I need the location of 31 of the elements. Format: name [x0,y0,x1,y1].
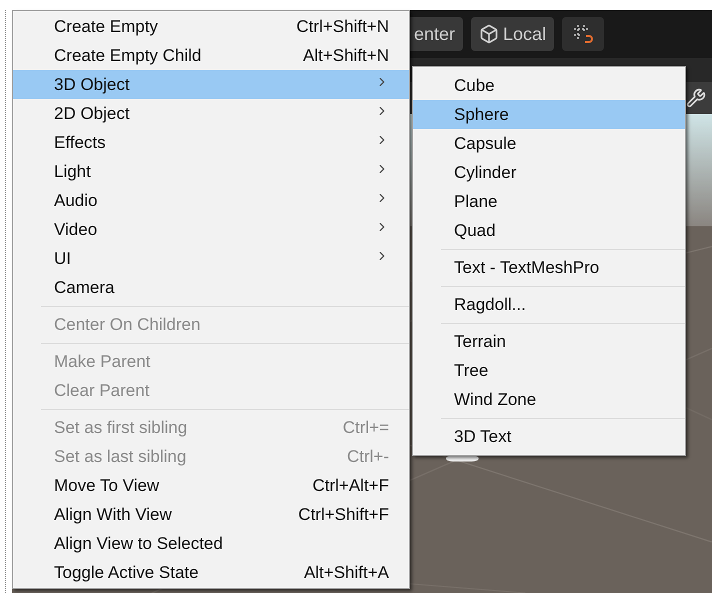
menu-item[interactable]: Create Empty Ctrl+Shift+N [13,12,409,41]
grid-snap-icon [572,23,594,45]
menu-item[interactable]: 3D Object [13,70,409,99]
menu-item[interactable]: 3D Text [413,422,685,451]
menu-item[interactable]: Audio [13,186,409,215]
menu-item[interactable]: Cylinder [413,158,685,187]
menu-item[interactable]: UI [13,244,409,273]
menu-item[interactable]: Align With View Ctrl+Shift+F [13,500,409,529]
menu-item[interactable]: Align View to Selected [13,529,409,558]
menu-item[interactable]: 2D Object [13,99,409,128]
menu-item[interactable]: Create Empty Child Alt+Shift+N [13,41,409,70]
menu-item[interactable]: Terrain [413,327,685,356]
menu-item[interactable]: Tree [413,356,685,385]
menu-item[interactable]: Plane [413,187,685,216]
menu-item[interactable]: Effects [13,128,409,157]
menu-item[interactable]: Text - TextMeshPro [413,253,685,282]
menu-item[interactable]: Sphere [413,100,685,129]
menu-item[interactable]: Quad [413,216,685,245]
menu-item[interactable]: Toggle Active State Alt+Shift+A [13,558,409,587]
tools-icon[interactable] [686,88,706,108]
menu-item[interactable]: Camera [13,273,409,302]
menu-item[interactable]: Light [13,157,409,186]
space-button[interactable]: Local [471,17,554,51]
menu-item[interactable]: Wind Zone [413,385,685,414]
menu-item[interactable]: Capsule [413,129,685,158]
menu-item[interactable]: Cube [413,71,685,100]
cube-icon [479,24,500,44]
menu-item[interactable]: Move To View Ctrl+Alt+F [13,471,409,500]
menu-item[interactable]: Video [13,215,409,244]
menu-item[interactable]: Ragdoll... [413,290,685,319]
grid-snap-button[interactable] [562,17,604,51]
